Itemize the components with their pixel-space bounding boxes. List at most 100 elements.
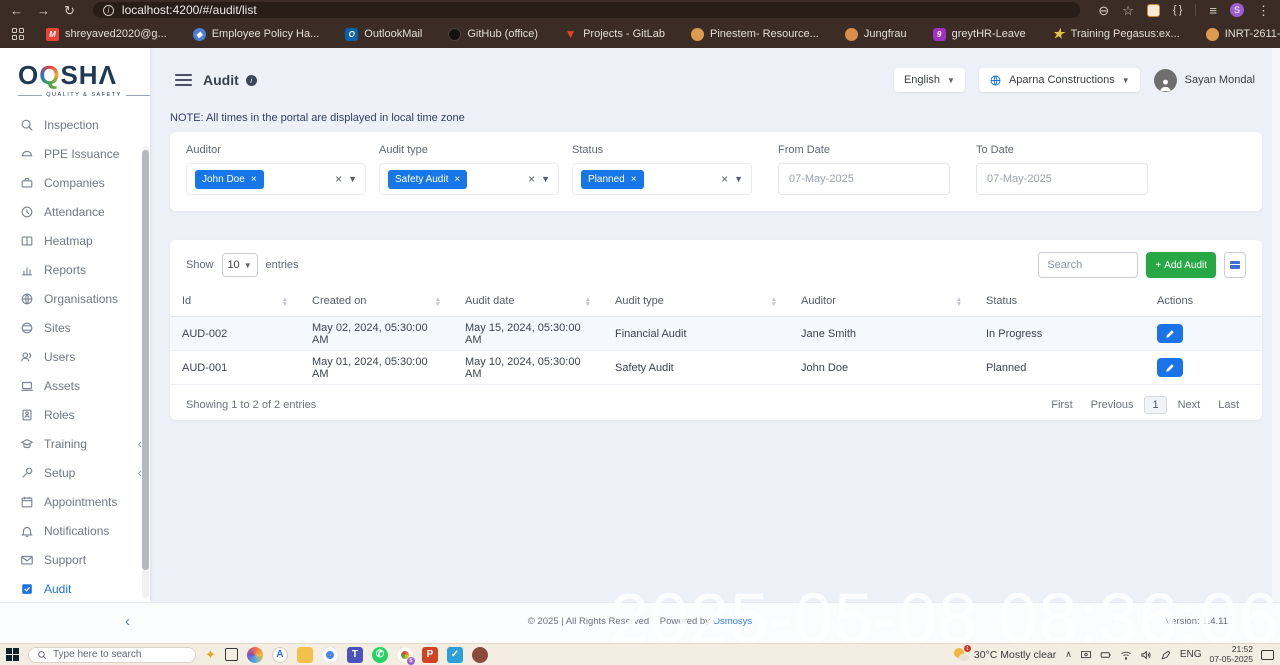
chip-remove-icon[interactable]: × (454, 174, 460, 185)
pagination-last[interactable]: Last (1211, 396, 1246, 414)
taskbar-app-copilot[interactable] (247, 647, 263, 663)
company-dropdown[interactable]: Aparna Constructions ▼ (979, 68, 1140, 92)
pagination-first[interactable]: First (1044, 396, 1079, 414)
forward-icon[interactable]: → (37, 4, 50, 17)
taskbar-app-vscode[interactable]: ✓ (447, 647, 463, 663)
browser-menu-icon[interactable]: ⋮ (1257, 4, 1270, 17)
column-header-id[interactable]: Id▲▼ (170, 288, 300, 317)
notification-center-icon[interactable] (1261, 650, 1274, 660)
task-view-icon[interactable] (225, 648, 238, 661)
extension-icon[interactable] (1147, 4, 1160, 17)
from-date-input[interactable] (778, 163, 950, 195)
bookmark-github[interactable]: GitHub (office) (438, 28, 548, 41)
status-select[interactable]: Planned× × ▼ (572, 163, 752, 195)
taskbar-clock[interactable]: 21:52 07-05-2025 (1210, 645, 1253, 665)
sidebar-item-appointments[interactable]: Appointments (0, 487, 150, 516)
page-size-select[interactable]: 10▼ (222, 253, 258, 277)
taskbar-app-file-explorer[interactable] (297, 647, 313, 663)
bookmark-outlook[interactable]: OOutlookMail (335, 28, 432, 41)
clear-icon[interactable]: × (528, 172, 535, 186)
sort-icon[interactable]: ▲▼ (585, 297, 591, 307)
sidebar-item-support[interactable]: Support (0, 545, 150, 574)
tray-expand-icon[interactable]: ∧ (1065, 649, 1072, 660)
pagination-previous[interactable]: Previous (1084, 396, 1141, 414)
to-date-input[interactable] (976, 163, 1148, 195)
sidebar-item-attendance[interactable]: Attendance (0, 197, 150, 226)
sidebar-item-heatmap[interactable]: Heatmap (0, 226, 150, 255)
chip-remove-icon[interactable]: × (251, 174, 257, 185)
sidebar-item-inspection[interactable]: Inspection (0, 110, 150, 139)
sidebar-item-notifications[interactable]: Notifications (0, 516, 150, 545)
audit-type-select[interactable]: Safety Audit× × ▼ (379, 163, 559, 195)
sidebar-item-sites[interactable]: Sites (0, 313, 150, 342)
bookmark-pinestem[interactable]: Pinestem- Resource... (681, 28, 829, 41)
sidebar-item-training[interactable]: Training ‹ (0, 429, 150, 458)
bookmark-star-icon[interactable]: ☆ (1122, 4, 1134, 17)
sidebar-item-reports[interactable]: Reports (0, 255, 150, 284)
sort-icon[interactable]: ▲▼ (956, 297, 962, 307)
chip-remove-icon[interactable]: × (631, 174, 637, 185)
back-icon[interactable]: ← (10, 4, 23, 17)
search-input[interactable] (1038, 252, 1138, 278)
sidebar-scrollbar[interactable] (142, 146, 149, 598)
sidebar-item-companies[interactable]: Companies (0, 168, 150, 197)
refresh-icon[interactable]: ↻ (64, 4, 75, 17)
sidebar-item-audit[interactable]: Audit (0, 574, 150, 603)
edit-button[interactable] (1157, 358, 1183, 377)
add-audit-button[interactable]: +Add Audit (1146, 252, 1216, 278)
browser-profile-avatar[interactable]: S (1230, 3, 1244, 17)
taskbar-app-chrome[interactable] (322, 647, 338, 663)
bookmark-gitlab[interactable]: ▼Projects - GitLab (554, 28, 675, 41)
column-header-status[interactable]: Status (974, 288, 1145, 317)
bookmark-greythr[interactable]: 9greytHR-Leave (923, 28, 1036, 41)
reading-list-icon[interactable]: ≡ (1209, 4, 1217, 17)
sidebar-item-organisations[interactable]: Organisations (0, 284, 150, 313)
url-text[interactable]: localhost:4200/#/audit/list (122, 3, 257, 17)
main-scrollbar[interactable] (1272, 48, 1280, 602)
sidebar-scrollbar-thumb[interactable] (142, 150, 149, 570)
taskbar-search[interactable]: Type here to search (28, 647, 196, 663)
column-header-created-on[interactable]: Created on▲▼ (300, 288, 453, 317)
info-icon[interactable]: i (246, 75, 257, 86)
bookmark-employee-policy[interactable]: ◆Employee Policy Ha... (183, 28, 330, 41)
chevron-down-icon[interactable]: ▼ (348, 174, 357, 184)
language-indicator[interactable]: ENG (1180, 649, 1202, 660)
bookmark-inrt-portal[interactable]: INRT-2611-portal- T... (1196, 28, 1280, 41)
sort-icon[interactable]: ▲▼ (435, 297, 441, 307)
taskbar-app-whatsapp[interactable]: ✆ (372, 647, 388, 663)
clear-icon[interactable]: × (335, 172, 342, 186)
taskbar-app-teams[interactable]: T (347, 647, 363, 663)
sidebar-item-setup[interactable]: Setup ‹ (0, 458, 150, 487)
sort-icon[interactable]: ▲▼ (771, 297, 777, 307)
auditor-select[interactable]: John Doe× × ▼ (186, 163, 366, 195)
column-header-audit-date[interactable]: Audit date▲▼ (453, 288, 603, 317)
column-header-audit-type[interactable]: Audit type▲▼ (603, 288, 789, 317)
column-visibility-button[interactable] (1224, 252, 1246, 278)
taskbar-app-gitkraken[interactable] (472, 647, 488, 663)
bookmark-training-pegasus[interactable]: ★Training Pegasus:ex... (1042, 28, 1190, 41)
sidebar-item-ppe-issuance[interactable]: PPE Issuance (0, 139, 150, 168)
powered-by-link[interactable]: Osmosys (713, 616, 753, 627)
zoom-icon[interactable]: ⊖ (1098, 4, 1109, 17)
user-menu[interactable]: Sayan Mondal (1154, 69, 1255, 92)
windows-start-icon[interactable] (6, 648, 19, 661)
bookmark-gmail[interactable]: Mshreyaved2020@g... (36, 28, 177, 41)
clear-icon[interactable]: × (721, 172, 728, 186)
apps-grid-icon[interactable] (12, 28, 24, 40)
sort-icon[interactable]: ▲▼ (282, 297, 288, 307)
hamburger-menu-icon[interactable] (175, 74, 192, 86)
chevron-down-icon[interactable]: ▼ (734, 174, 743, 184)
taskbar-app-chrome-profile[interactable]: S (397, 647, 413, 663)
sidebar-item-assets[interactable]: Assets (0, 371, 150, 400)
url-bar[interactable]: i localhost:4200/#/audit/list (93, 2, 1080, 18)
sidebar-item-users[interactable]: Users (0, 342, 150, 371)
weather-widget[interactable]: 1 30°C Mostly clear (954, 648, 1056, 661)
column-header-auditor[interactable]: Auditor▲▼ (789, 288, 974, 317)
sidebar-item-roles[interactable]: Roles (0, 400, 150, 429)
edit-button[interactable] (1157, 324, 1183, 343)
pagination-next[interactable]: Next (1171, 396, 1208, 414)
pagination-page-1[interactable]: 1 (1144, 396, 1166, 414)
extension-brackets-icon[interactable]: { } (1173, 4, 1183, 16)
language-dropdown[interactable]: English ▼ (894, 68, 965, 92)
taskbar-app-a[interactable]: A (272, 647, 288, 663)
